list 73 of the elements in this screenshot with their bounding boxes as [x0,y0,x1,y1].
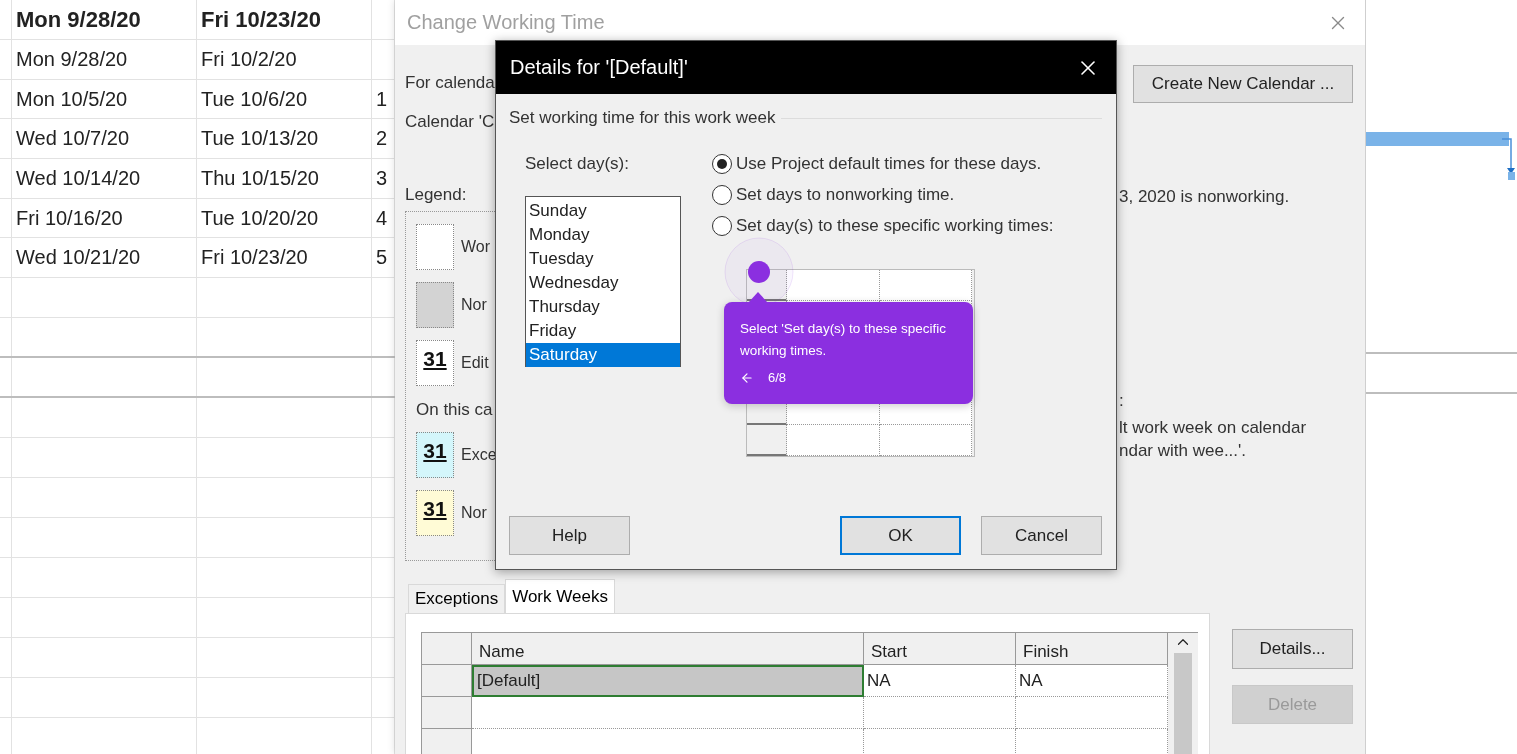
table-cell[interactable] [1016,697,1168,729]
window-title: Change Working Time [407,11,605,34]
tooltip-text: Select 'Set day(s) to these specific working times. [740,320,947,360]
radio-button[interactable] [712,185,732,205]
option-label: Use Project default times for these days. [736,154,1042,174]
column-header: Start [864,633,1016,665]
column-header: Name [472,633,864,665]
scrollbar[interactable] [1168,633,1198,754]
legend-label: Edit [461,354,489,372]
legend-label: Wor [461,238,491,256]
table-cell: NA [864,665,1016,697]
legend-label: Nor [461,504,487,522]
legend-swatch [416,224,454,270]
legend-label: Nor [461,296,487,314]
table-cell: Fri 10/2/20 [197,40,372,79]
legend-swatch [416,282,454,328]
work-week-note: lt work week on calendar [1119,418,1307,438]
table-cell: Tue 10/13/20 [197,119,372,159]
tab[interactable]: Work Weeks [505,579,615,613]
day-option[interactable]: Thursday [526,295,680,319]
table-cell[interactable] [472,697,864,729]
table-cell: Mon 9/28/20 [12,40,197,79]
option-label: Set days to nonworking time. [736,185,955,205]
column-header: Finish [1016,633,1168,665]
table-cell: Wed 10/7/20 [12,119,197,159]
column-header: Fri 10/23/20 [197,0,372,39]
column-header: Mon 9/28/20 [12,0,197,39]
day-option[interactable]: Tuesday [526,247,680,271]
select-days-label: Select day(s): [525,154,629,174]
option-label: Set day(s) to these specific working times: [736,216,1054,236]
legend-label: Exce [461,446,495,464]
nonworking-note: 3, 2020 is nonworking. [1119,187,1290,207]
details-button[interactable]: Details... [1232,629,1353,669]
row-header[interactable] [422,665,472,697]
radio-button[interactable] [712,154,732,174]
work-week-note: ndar with wee...'. [1119,441,1247,461]
dialog-button[interactable]: Help [509,516,630,555]
day-option[interactable]: Friday [526,319,680,343]
table-cell: NA [1016,665,1168,697]
radio-button[interactable] [712,216,732,236]
back-arrow-icon[interactable] [740,370,754,385]
row-header[interactable] [422,697,472,729]
table-cell[interactable]: [Default] [472,665,864,697]
table-cell: Fri 10/16/20 [12,198,197,238]
dialog-button[interactable]: OK [840,516,961,555]
week-heading: : [1119,391,1124,411]
day-number: 31 [423,347,447,372]
day-option[interactable]: Wednesday [526,271,680,295]
calendar-note: Calendar 'C [405,112,495,132]
connector-arrow [1502,138,1516,180]
day-option[interactable]: Sunday [526,199,680,223]
on-this-calendar-label: On this ca [416,400,493,420]
table-cell: Wed 10/14/20 [12,159,197,198]
day-option[interactable]: Monday [526,223,680,247]
for-calendar-label: For calenda [405,73,495,93]
day-option[interactable]: Saturday [526,343,680,367]
days-listbox[interactable]: Sunday Monday Tuesday Wednesday Thursday Friday Saturday [525,196,681,367]
create-new-calendar-button[interactable]: Create New Calendar ... [1133,65,1353,103]
step-counter: 6/8 [768,370,787,385]
section-heading: Set working time for this work week [509,108,776,128]
dialog-button[interactable]: Cancel [981,516,1102,555]
table-cell: Fri 10/23/20 [197,238,372,278]
table-cell: Tue 10/6/20 [197,79,372,119]
legend-label: Legend: [405,185,467,205]
tab[interactable]: Exceptions [408,584,506,613]
dialog-title: Details for '[Default]' [510,56,688,79]
day-number: 31 [423,497,447,522]
day-number: 31 [423,439,447,464]
table-cell[interactable] [864,697,1016,729]
table-cell: Thu 10/15/20 [197,159,372,198]
table-cell: Wed 10/21/20 [12,238,197,278]
table-cell: Tue 10/20/20 [197,198,372,238]
table-cell: Mon 10/5/20 [12,79,197,119]
